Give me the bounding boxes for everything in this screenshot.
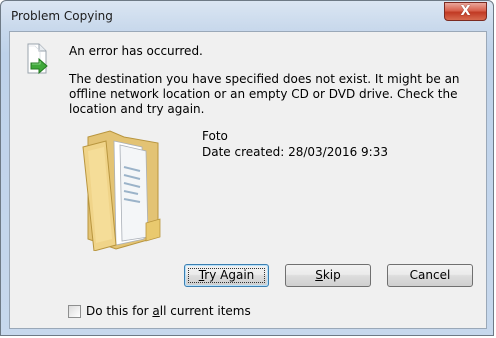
- apply-to-all-checkbox[interactable]: [68, 305, 81, 318]
- folder-icon: [82, 130, 161, 251]
- close-button[interactable]: X: [444, 2, 487, 21]
- cancel-label: Cancel: [409, 268, 451, 282]
- try-again-button[interactable]: Try Again: [184, 264, 269, 287]
- apply-to-all-label[interactable]: Do this for all current items: [86, 304, 251, 318]
- item-date-created: Date created: 28/03/2016 9:33: [202, 145, 388, 159]
- item-name: Foto: [202, 129, 228, 143]
- error-message: The destination you have specified does …: [69, 72, 460, 116]
- try-again-label: Try Again: [198, 268, 255, 282]
- title-bar[interactable]: Problem Copying X: [1, 1, 493, 31]
- error-heading: An error has occurred.: [69, 44, 203, 58]
- document-with-green-arrow-icon: [27, 43, 48, 75]
- dialog-body: An error has occurred. The destination y…: [9, 31, 487, 329]
- window-title: Problem Copying: [11, 9, 113, 23]
- problem-copying-dialog: Problem Copying X An error has occurred.…: [0, 0, 494, 336]
- cancel-button[interactable]: Cancel: [387, 264, 473, 287]
- skip-label: Skip: [315, 268, 341, 282]
- skip-button[interactable]: Skip: [285, 264, 371, 287]
- close-icon: X: [460, 4, 471, 19]
